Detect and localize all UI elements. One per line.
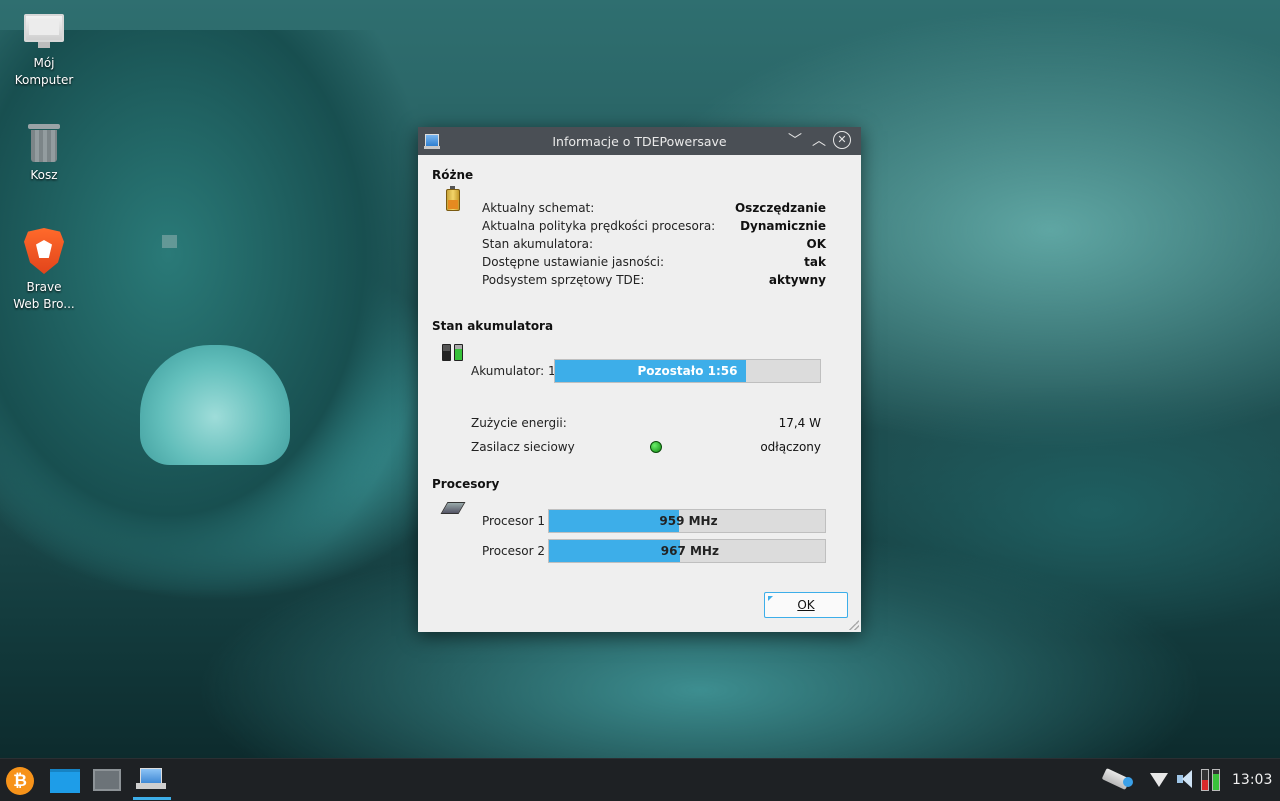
battery-remaining-text: Pozostało 1:56	[637, 364, 738, 378]
power-usage-label: Zużycie energii:	[471, 416, 567, 430]
info-label: Podsystem sprzętowy TDE:	[482, 273, 645, 287]
maximize-button[interactable]: ︿	[810, 132, 828, 150]
show-desktop-icon[interactable]	[93, 769, 121, 791]
wallpaper-rocks-right	[820, 380, 1280, 640]
section-heading-battery: Stan akumulatora	[432, 319, 554, 333]
info-value: OK	[806, 237, 827, 251]
trash-icon	[28, 122, 60, 162]
taskbar: ₿ 13:03	[0, 758, 1280, 801]
cpu-frequency-text: 967 MHz	[660, 544, 719, 558]
cpu-frequency-bar: 959 MHz	[548, 509, 826, 533]
battery-progress-bar: Pozostało 1:56	[554, 359, 821, 383]
volume-icon[interactable]	[1177, 770, 1197, 790]
usb-device-icon[interactable]	[1103, 767, 1135, 791]
monitor-icon	[24, 14, 64, 50]
wallpaper-arch	[140, 345, 290, 465]
clock[interactable]: 13:03	[1232, 759, 1272, 801]
ac-adapter-label: Zasilacz sieciowy	[471, 440, 575, 454]
desktop-icon-label: Brave	[26, 280, 62, 294]
ok-button[interactable]: OK	[764, 592, 848, 618]
file-manager-task-icon[interactable]	[50, 769, 80, 793]
desktop-icon-label: Komputer	[14, 73, 74, 87]
window-title: Informacje o TDEPowersave	[552, 133, 727, 149]
close-button[interactable]: ✕	[833, 131, 851, 149]
desktop-widget-handle[interactable]	[162, 235, 177, 248]
desktop-icon-trash[interactable]: Kosz	[4, 122, 84, 184]
cpu-frequency-text: 959 MHz	[659, 514, 718, 528]
desktop-icon-label: Mój	[33, 56, 55, 70]
cpu-frequency-bar: 967 MHz	[548, 539, 826, 563]
minimize-button[interactable]: ﹀	[786, 132, 804, 150]
info-value: aktywny	[768, 273, 826, 287]
battery-tray-icon[interactable]	[1201, 767, 1227, 793]
section-heading-cpus: Procesory	[432, 477, 500, 491]
bitcoin-launcher-icon[interactable]: ₿	[6, 767, 34, 795]
window-titlebar[interactable]: Informacje o TDEPowersave ﹀ ︿ ✕	[418, 127, 861, 155]
section-heading-misc: Różne	[432, 168, 474, 182]
info-value: tak	[804, 255, 826, 269]
power-usage-value: 17,4 W	[778, 416, 821, 430]
ac-status-led-icon	[650, 441, 662, 453]
info-label: Dostępne ustawianie jasności:	[482, 255, 665, 269]
info-label: Aktualna polityka prędkości procesora:	[482, 219, 716, 233]
desktop-icon-label: Web Bro...	[13, 297, 75, 311]
laptop-app-icon	[424, 134, 440, 149]
battery-label: Akumulator: 1	[471, 364, 556, 378]
info-value: Dynamicznie	[740, 219, 826, 233]
dual-battery-icon	[442, 344, 466, 362]
cpu-label: Procesor 1	[482, 514, 545, 528]
cpu-chip-icon	[440, 502, 466, 514]
desktop-icon-my-computer[interactable]: Mój Komputer	[4, 14, 84, 89]
battery-icon	[446, 186, 460, 211]
brave-lion-icon	[24, 228, 64, 274]
desktop-icon-label: Kosz	[30, 168, 58, 182]
wifi-icon[interactable]	[1150, 773, 1168, 787]
desktop-icon-brave[interactable]: Brave Web Bro...	[4, 228, 84, 313]
resize-grip-icon[interactable]	[849, 620, 859, 630]
powersave-task-icon[interactable]	[136, 766, 168, 794]
info-value: Oszczędzanie	[734, 201, 826, 215]
ok-button-label: OK	[797, 598, 815, 612]
info-label: Stan akumulatora:	[482, 237, 593, 251]
cpu-label: Procesor 2	[482, 544, 545, 558]
info-label: Aktualny schemat:	[482, 201, 595, 215]
about-dialog: Informacje o TDEPowersave ﹀ ︿ ✕ Różne Ak…	[418, 127, 861, 632]
ac-adapter-value: odłączony	[760, 440, 821, 454]
